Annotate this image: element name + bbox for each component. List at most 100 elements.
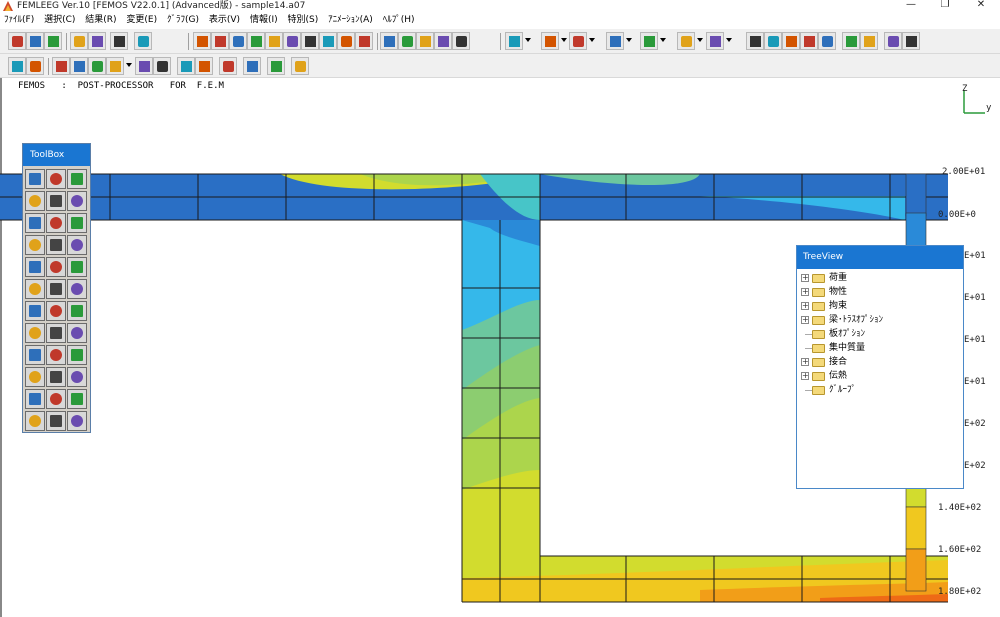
tree-expander-plus-icon[interactable]: + (801, 316, 809, 324)
toolbox-title[interactable]: ToolBox (23, 144, 90, 166)
legend-label-top: 2.00E+01 (942, 167, 986, 177)
tree-expander-plus-icon[interactable]: + (801, 274, 809, 282)
tree-item-label: 集中質量 (829, 343, 866, 353)
toolbox-tool-button[interactable] (25, 345, 45, 365)
folder-icon (812, 372, 825, 381)
toolbox-tool-button[interactable] (25, 367, 45, 387)
toolbox-glyph-icon (50, 327, 62, 339)
toolbox-tool-button[interactable] (67, 279, 87, 299)
tree-expander-plus-icon[interactable]: + (801, 288, 809, 296)
toolbox-tool-button[interactable] (25, 191, 45, 211)
toolbox-tool-button[interactable] (67, 345, 87, 365)
toolbox-tool-button[interactable] (46, 323, 66, 343)
folder-icon (812, 330, 825, 339)
toolbox-tool-button[interactable] (25, 169, 45, 189)
toolbox-tool-button[interactable] (25, 213, 45, 233)
toolbox-glyph-icon (71, 173, 83, 185)
legend-label-3: 1.80E+02 (938, 587, 982, 597)
tree-item-label: ｸﾞﾙｰﾌﾟ (829, 385, 857, 395)
toolbox-tool-button[interactable] (67, 191, 87, 211)
toolbox-tool-button[interactable] (46, 389, 66, 409)
tree-expander-plus-icon[interactable]: + (801, 358, 809, 366)
toolbox-tool-button[interactable] (67, 235, 87, 255)
tree-item-label: 接合 (829, 357, 848, 367)
toolbox-tool-button[interactable] (25, 323, 45, 343)
toolbox-glyph-icon (29, 415, 41, 427)
toolbox-tool-button[interactable] (67, 389, 87, 409)
toolbox-tool-button[interactable] (46, 213, 66, 233)
toolbox-tool-button[interactable] (67, 257, 87, 277)
femleeg-app-window: FEMLEEG Ver.10 [FEMOS V22.0.1] (Advanced… (0, 0, 1000, 617)
toolbox-glyph-icon (29, 393, 41, 405)
toolbox-tool-button[interactable] (67, 213, 87, 233)
toolbox-glyph-icon (29, 239, 41, 251)
toolbox-tool-button[interactable] (46, 235, 66, 255)
toolbox-glyph-icon (29, 173, 41, 185)
toolbox-tool-button[interactable] (46, 191, 66, 211)
toolbox-glyph-icon (29, 305, 41, 317)
tree-expander-plus-icon[interactable]: + (801, 372, 809, 380)
toolbox-tool-button[interactable] (25, 257, 45, 277)
toolbox-tool-button[interactable] (67, 367, 87, 387)
toolbox-glyph-icon (71, 393, 83, 405)
folder-icon (812, 344, 825, 353)
toolbox-tool-button[interactable] (67, 301, 87, 321)
toolbox-glyph-icon (50, 415, 62, 427)
toolbox-tool-button[interactable] (67, 169, 87, 189)
toolbox-glyph-icon (71, 327, 83, 339)
legend-label-p6: E+02 (964, 461, 986, 471)
legend-label-0: 0.00E+0 (938, 210, 976, 220)
viewport-header: FEMOS : POST-PROCESSOR FOR F.E.M (18, 81, 224, 91)
toolbox-tool-button[interactable] (25, 411, 45, 431)
axis-triad-icon: Z y (962, 84, 992, 114)
toolbox-glyph-icon (71, 195, 83, 207)
toolbox-glyph-icon (71, 371, 83, 383)
legend-color-swatch (905, 173, 927, 217)
tree-item-label: 荷重 (829, 273, 848, 283)
toolbox-tool-button[interactable] (46, 279, 66, 299)
legend-label-p1: E+01 (964, 251, 986, 261)
folder-icon (812, 316, 825, 325)
toolbox-glyph-icon (71, 283, 83, 295)
toolbox-glyph-icon (50, 261, 62, 273)
toolbox-glyph-icon (50, 173, 62, 185)
toolbox-tool-button[interactable] (67, 323, 87, 343)
tree-item-label: 伝熱 (829, 371, 848, 381)
tree-expander-plus-icon[interactable]: + (801, 302, 809, 310)
treeview-title[interactable]: TreeView (797, 246, 963, 269)
toolbox-tool-button[interactable] (46, 345, 66, 365)
toolbox-tool-button[interactable] (25, 389, 45, 409)
toolbox-tool-button[interactable] (25, 301, 45, 321)
toolbox-glyph-icon (50, 217, 62, 229)
folder-icon (812, 288, 825, 297)
toolbox-tool-button[interactable] (46, 169, 66, 189)
treeview-panel: TreeView + 荷重 + 物性 + 拘束 + 梁･ﾄﾗｽｵﾌﾟｼｮﾝ 板ｵﾌﾟｼｮﾝ 集中質… (796, 245, 964, 489)
folder-icon (812, 302, 825, 311)
toolbox-tool-button[interactable] (46, 367, 66, 387)
toolbox-glyph-icon (50, 283, 62, 295)
tree-item-label: 拘束 (829, 301, 848, 311)
toolbox-glyph-icon (50, 349, 62, 361)
toolbox-tool-button[interactable] (46, 411, 66, 431)
toolbox-glyph-icon (29, 261, 41, 273)
toolbox-tool-button[interactable] (67, 411, 87, 431)
toolbox-glyph-icon (71, 239, 83, 251)
toolbox-glyph-icon (71, 217, 83, 229)
toolbox-tool-button[interactable] (25, 235, 45, 255)
toolbox-glyph-icon (29, 349, 41, 361)
axis-y-label: y (986, 103, 992, 113)
toolbox-glyph-icon (29, 327, 41, 339)
legend-label-2: 1.60E+02 (938, 545, 982, 555)
toolbox-glyph-icon (29, 371, 41, 383)
toolbox-glyph-icon (50, 305, 62, 317)
folder-icon (812, 358, 825, 367)
toolbox-glyph-icon (71, 415, 83, 427)
toolbox-glyph-icon (50, 393, 62, 405)
toolbox-glyph-icon (29, 195, 41, 207)
toolbox-tool-button[interactable] (25, 279, 45, 299)
toolbox-tool-button[interactable] (46, 301, 66, 321)
legend-label-p4: E+01 (964, 377, 986, 387)
toolbox-tool-button[interactable] (46, 257, 66, 277)
axis-z-label: Z (962, 84, 968, 94)
toolbox-glyph-icon (29, 283, 41, 295)
